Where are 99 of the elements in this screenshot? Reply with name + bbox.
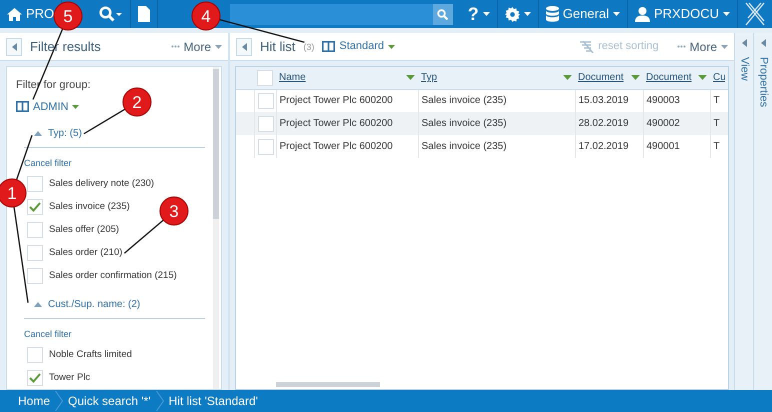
column-header[interactable]: Typ [421, 70, 438, 86]
table-cell: Sales invoice (235) [418, 112, 575, 135]
caret-icon [482, 12, 490, 16]
checkbox[interactable] [27, 268, 43, 284]
side-tab[interactable]: Properties [754, 57, 772, 108]
checkbox[interactable] [257, 70, 273, 86]
panel-title: Hit list [260, 38, 296, 56]
caret-icon [612, 12, 620, 16]
cancel-filter-link[interactable]: Cancel filter [24, 328, 72, 342]
filter-option: Sales delivery note (230) [49, 177, 154, 192]
caret-icon [72, 104, 80, 109]
gear-icon [504, 6, 520, 22]
user-icon [634, 6, 650, 22]
checkbox[interactable] [27, 222, 43, 238]
checkbox[interactable] [27, 370, 43, 386]
caret-icon [698, 75, 707, 80]
caret-icon [215, 44, 222, 48]
scrollbar[interactable] [213, 67, 219, 389]
collapse-icon [34, 131, 42, 136]
triangle-icon [742, 39, 746, 47]
scrollbar[interactable] [276, 382, 380, 387]
caret-icon [406, 75, 415, 80]
check-icon [29, 372, 41, 383]
leader-line [124, 220, 164, 254]
cancel-filter-link[interactable]: Cancel filter [24, 157, 72, 171]
section-header[interactable]: Typ: (5) [24, 126, 205, 148]
callout-marker: 1 [0, 178, 26, 208]
chevron-icon [156, 391, 164, 411]
database-icon [546, 6, 559, 22]
leader-line [84, 108, 126, 134]
checkbox[interactable] [27, 245, 43, 262]
document-icon[interactable] [138, 6, 150, 22]
logo-icon[interactable] [744, 2, 766, 26]
filter-option: Sales invoice (235) [49, 200, 130, 214]
search-icon[interactable] [99, 6, 124, 22]
sort-icon [580, 40, 594, 52]
search-icon [437, 8, 448, 20]
caret-icon [721, 44, 728, 48]
breadcrumb-link[interactable]: Quick search '*' [68, 392, 151, 410]
collapse-icon [34, 302, 42, 307]
more-menu[interactable]: More [170, 38, 222, 56]
table-cell: Sales invoice (235) [418, 135, 575, 158]
checkbox[interactable] [258, 116, 274, 132]
dots-icon [170, 45, 180, 48]
help-menu[interactable]: ? [460, 0, 498, 28]
triangle-icon [760, 39, 766, 47]
callout-marker: 5 [54, 2, 82, 30]
table-cell: Project Tower Plc 600200 [276, 135, 418, 158]
callout-marker: 4 [192, 2, 220, 30]
check-icon [29, 202, 41, 212]
home-icon[interactable] [7, 8, 22, 20]
checkbox[interactable] [258, 92, 274, 109]
collapse-button[interactable] [236, 38, 252, 56]
columns-icon [16, 101, 29, 112]
table-cell: 490001 [643, 135, 710, 158]
table-row[interactable]: Project Tower Plc 600200 Sales invoice (235) 17.02.2019 490001 T [236, 135, 728, 158]
view-selector[interactable]: Standard [322, 38, 396, 55]
database-menu[interactable]: General [538, 0, 628, 28]
search-button[interactable] [432, 4, 453, 24]
app-name[interactable]: PRO [26, 4, 54, 24]
table-cell: 17.02.2019 [575, 135, 643, 158]
caret-icon [631, 75, 640, 80]
side-tab[interactable]: View [736, 57, 752, 81]
dots-icon [676, 45, 686, 48]
hit-count: (3) [303, 41, 314, 54]
table-cell: T [710, 135, 728, 158]
callout-marker: 3 [160, 196, 188, 226]
filter-option: Tower Plc [49, 370, 90, 385]
table-row[interactable]: Project Tower Plc 600200 Sales invoice (235) 28.02.2019 490002 T [236, 112, 728, 135]
caret-icon [723, 12, 730, 16]
column-header[interactable]: Name [279, 70, 306, 86]
caret-icon [388, 44, 396, 48]
columns-icon [322, 41, 336, 52]
callout-marker: 2 [122, 88, 152, 116]
breadcrumb-link[interactable]: Home [18, 392, 50, 410]
search-field[interactable] [230, 4, 453, 24]
checkbox[interactable] [27, 199, 43, 216]
filter-option: Noble Crafts limited [49, 348, 132, 362]
triangle-icon [12, 42, 16, 50]
triangle-icon [242, 42, 246, 50]
checkbox[interactable] [258, 138, 274, 154]
filter-option: Sales order confirmation (215) [49, 269, 177, 284]
group-selector[interactable]: ADMIN [16, 98, 80, 115]
caret-icon [524, 12, 531, 16]
collapse-button[interactable] [6, 38, 22, 56]
section-header[interactable]: Cust./Sup. name: (2) [24, 296, 205, 319]
checkbox[interactable] [27, 176, 43, 192]
chevron-icon [55, 391, 64, 411]
table-cell: Project Tower Plc 600200 [276, 112, 418, 135]
table-cell: T [710, 112, 728, 135]
filter-option: Sales order (210) [49, 246, 122, 260]
checkbox[interactable] [27, 346, 43, 363]
table-cell: 28.02.2019 [575, 112, 643, 135]
breadcrumb-link[interactable]: Hit list 'Standard' [168, 392, 258, 410]
table-cell: 490002 [643, 112, 710, 135]
caret-icon [563, 75, 572, 80]
filter-option: Sales offer (205) [49, 223, 120, 238]
user-menu[interactable]: PRXDOCU [628, 0, 738, 28]
more-menu[interactable]: More [676, 38, 728, 56]
